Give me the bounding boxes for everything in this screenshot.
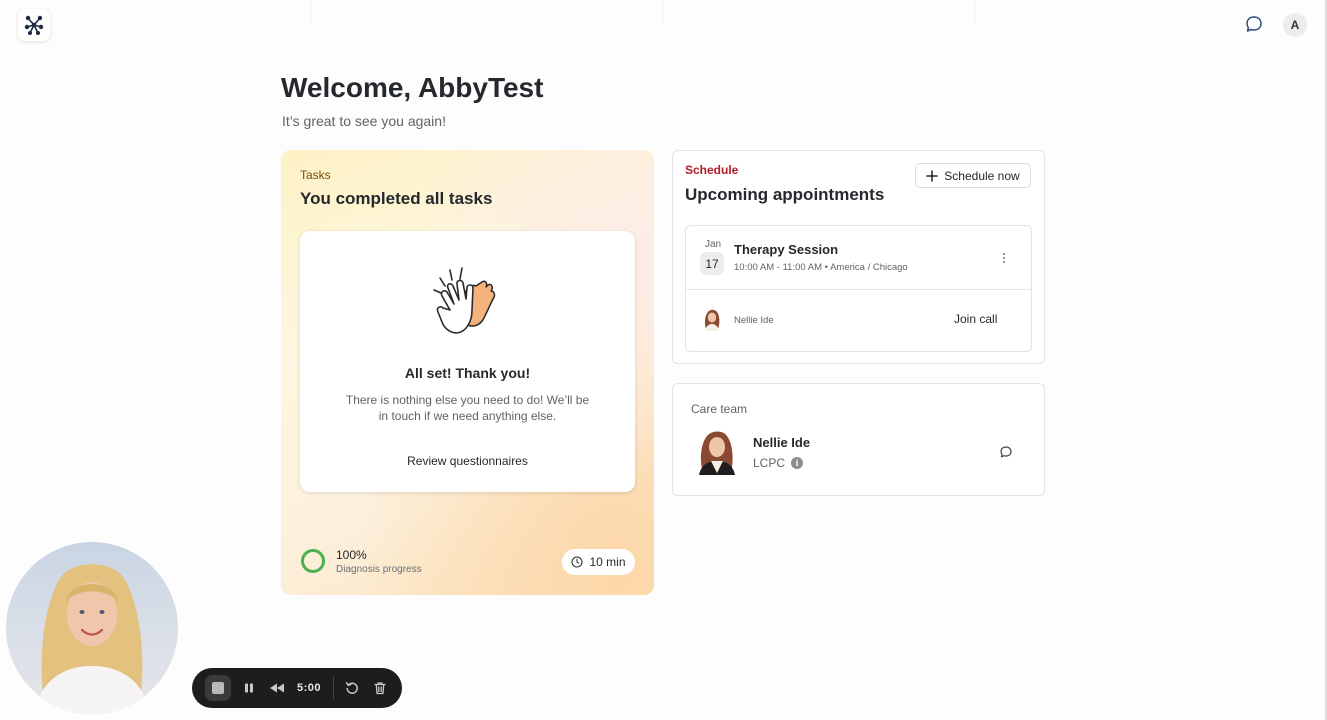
restart-icon <box>345 682 358 694</box>
care-team-label: Care team <box>691 402 748 416</box>
appointment-provider: Nellie Ide <box>734 315 774 326</box>
messages-button[interactable] <box>1244 14 1264 34</box>
chat-bubble-icon <box>1000 446 1012 458</box>
credential-text: LCPC <box>753 456 786 470</box>
info-icon[interactable]: i <box>791 457 804 469</box>
molecule-logo-icon <box>24 15 44 35</box>
all-set-message: There is nothing else you need to do! We… <box>345 393 590 423</box>
schedule-now-label: Schedule now <box>944 168 1020 183</box>
stop-recording-button[interactable] <box>205 675 231 701</box>
schedule-title: Upcoming appointments <box>685 185 885 204</box>
webcam-person-image <box>34 564 150 714</box>
tasks-complete-panel: All set! Thank you! There is nothing els… <box>300 231 635 492</box>
chat-bubble-icon <box>1246 16 1262 32</box>
plus-icon <box>926 169 939 182</box>
page-title: Welcome, AbbyTest <box>281 72 544 103</box>
pause-icon <box>245 683 253 693</box>
care-team-card: Care team Nellie Ide LCPC i <box>672 383 1045 496</box>
rewind-icon <box>270 683 284 693</box>
rewind-button[interactable] <box>267 678 287 698</box>
appointment-divider <box>686 289 1031 290</box>
stop-icon <box>212 682 224 694</box>
screen-recorder-bar: 5:00 <box>192 668 402 708</box>
webcam-preview <box>6 542 178 714</box>
tasks-label: Tasks <box>300 168 331 182</box>
recording-timer: 5:00 <box>297 682 322 694</box>
trash-icon <box>374 682 386 695</box>
duration-pill: 10 min <box>562 549 635 575</box>
care-member-credential: LCPC i <box>753 456 804 470</box>
appointment-title: Therapy Session <box>734 242 839 257</box>
progress-label: Diagnosis progress <box>336 564 422 575</box>
tasks-card: Tasks You completed all tasks All set! T… <box>281 150 654 595</box>
pause-button[interactable] <box>239 678 259 698</box>
clock-icon <box>571 556 584 568</box>
all-set-heading: All set! Thank you! <box>404 365 531 381</box>
schedule-card: Schedule Upcoming appointments Schedule … <box>672 150 1045 364</box>
app-logo-button[interactable] <box>18 9 50 41</box>
delete-recording-button[interactable] <box>370 678 390 698</box>
appointment-day: 17 <box>700 252 724 275</box>
appointment-month: Jan <box>704 239 722 250</box>
high-five-icon <box>433 267 496 334</box>
provider-avatar <box>704 309 720 331</box>
care-member-photo <box>699 431 735 475</box>
care-member-name: Nellie Ide <box>753 435 811 450</box>
recorder-divider <box>333 676 335 700</box>
user-avatar[interactable]: A <box>1283 13 1307 37</box>
progress-ring <box>301 549 325 573</box>
tasks-title: You completed all tasks <box>300 189 493 208</box>
progress-percent: 100% <box>336 548 367 562</box>
join-call-button[interactable]: Join call <box>954 312 997 326</box>
schedule-now-button[interactable]: Schedule now <box>915 163 1031 188</box>
care-member-message-button[interactable] <box>999 445 1013 459</box>
review-questionnaires-button[interactable]: Review questionnaires <box>300 454 635 468</box>
welcome-subtitle: It’s great to see you again! <box>282 113 446 129</box>
appointment-time: 10:00 AM - 11:00 AM • America / Chicago <box>734 262 908 273</box>
duration-text: 10 min <box>589 555 626 569</box>
restart-button[interactable] <box>342 678 362 698</box>
appointment-card: Jan 17 Therapy Session 10:00 AM - 11:00 … <box>685 225 1032 352</box>
appointment-more-icon[interactable] <box>994 250 1014 266</box>
schedule-label: Schedule <box>685 163 739 177</box>
